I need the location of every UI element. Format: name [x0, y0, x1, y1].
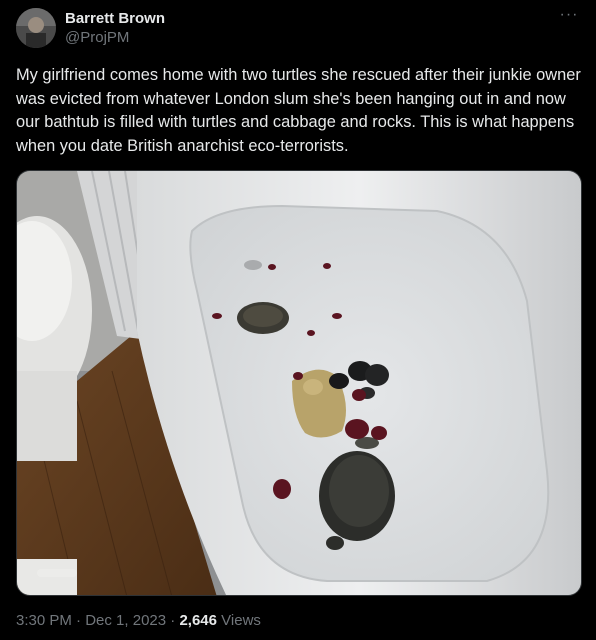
more-horizontal-icon[interactable]: ···	[558, 7, 580, 26]
meta-separator: ·	[71, 612, 86, 629]
tweet-date[interactable]: Dec 1, 2023	[85, 612, 166, 629]
meta-separator: ·	[166, 612, 180, 629]
author-display-name[interactable]: Barrett Brown	[65, 10, 165, 28]
tweet-text: My girlfriend comes home with two turtle…	[16, 66, 581, 155]
avatar[interactable]	[16, 8, 56, 48]
views-count[interactable]: 2,646	[179, 612, 217, 629]
author-handle[interactable]: @ProjPM	[65, 28, 165, 48]
views-label: Views	[217, 612, 261, 629]
tweet-meta: 3:30 PM · Dec 1, 2023 · 2,646 Views	[16, 612, 261, 629]
tweet-header: Barrett Brown @ProjPM ···	[16, 7, 580, 48]
tweet-time[interactable]: 3:30 PM	[16, 612, 72, 629]
tweet-photo[interactable]	[16, 170, 582, 596]
